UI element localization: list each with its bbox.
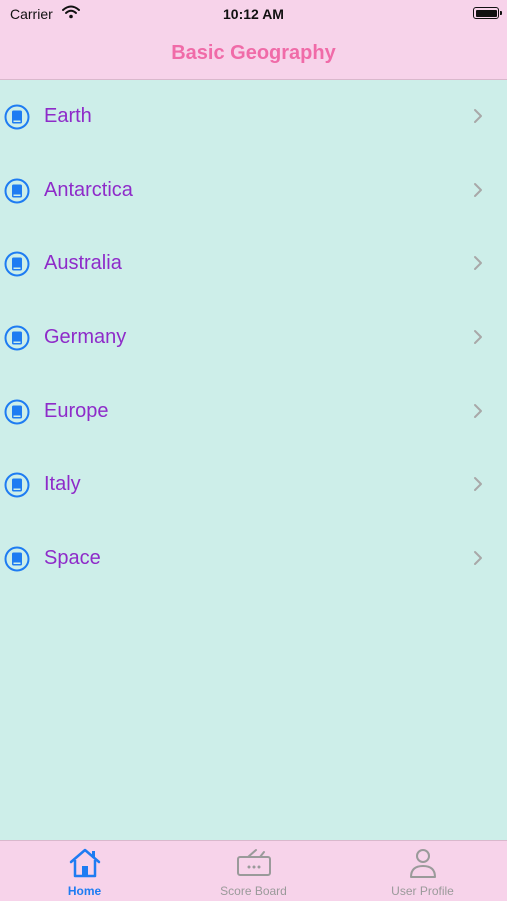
list-item-label: Europe <box>44 399 109 422</box>
list-item-label: Space <box>44 547 101 570</box>
chevron-right-icon <box>474 109 482 123</box>
list-item-europe[interactable]: Europe <box>0 375 507 449</box>
chevron-right-icon <box>474 403 482 418</box>
home-icon <box>69 848 100 878</box>
list-item-label: Antarctica <box>44 178 133 201</box>
list-item-label: Italy <box>44 473 81 496</box>
book-icon <box>4 178 30 204</box>
book-icon <box>4 104 30 130</box>
list-item-label: Earth <box>44 105 92 127</box>
topic-list: Earth Antarctica Australia Germany Europ… <box>0 80 507 596</box>
chevron-right-icon <box>474 477 482 492</box>
list-item-earth[interactable]: Earth <box>0 80 507 154</box>
book-icon <box>4 399 30 425</box>
tab-score-board[interactable]: Score Board <box>169 841 338 901</box>
page-title: Basic Geography <box>171 42 336 64</box>
list-item-label: Australia <box>44 252 122 275</box>
navigation-bar: Basic Geography <box>0 30 507 80</box>
list-item-space[interactable]: Space <box>0 522 507 596</box>
book-icon <box>4 251 30 277</box>
battery-icon <box>473 7 502 19</box>
book-icon <box>4 472 30 498</box>
book-icon <box>4 325 30 351</box>
book-icon <box>4 546 30 572</box>
chevron-right-icon <box>474 330 482 345</box>
scoreboard-icon <box>236 849 271 876</box>
tab-label: User Profile <box>391 884 454 898</box>
tab-user-profile[interactable]: User Profile <box>338 841 507 901</box>
chevron-right-icon <box>474 182 482 197</box>
status-bar: Carrier 10:12 AM <box>0 0 507 30</box>
list-item-label: Germany <box>44 326 127 349</box>
tab-label: Home <box>67 884 102 898</box>
list-item-antarctica[interactable]: Antarctica <box>0 154 507 228</box>
tab-bar: Home Score Board User Profile <box>0 840 507 901</box>
list-item-australia[interactable]: Australia <box>0 227 507 301</box>
list-item-germany[interactable]: Germany <box>0 301 507 375</box>
chevron-right-icon <box>474 551 482 566</box>
user-icon <box>409 849 436 878</box>
tab-label: Score Board <box>220 884 287 898</box>
tab-home[interactable]: Home <box>0 841 169 901</box>
status-time: 10:12 AM <box>223 6 284 22</box>
chevron-right-icon <box>474 256 482 271</box>
list-item-italy[interactable]: Italy <box>0 448 507 522</box>
